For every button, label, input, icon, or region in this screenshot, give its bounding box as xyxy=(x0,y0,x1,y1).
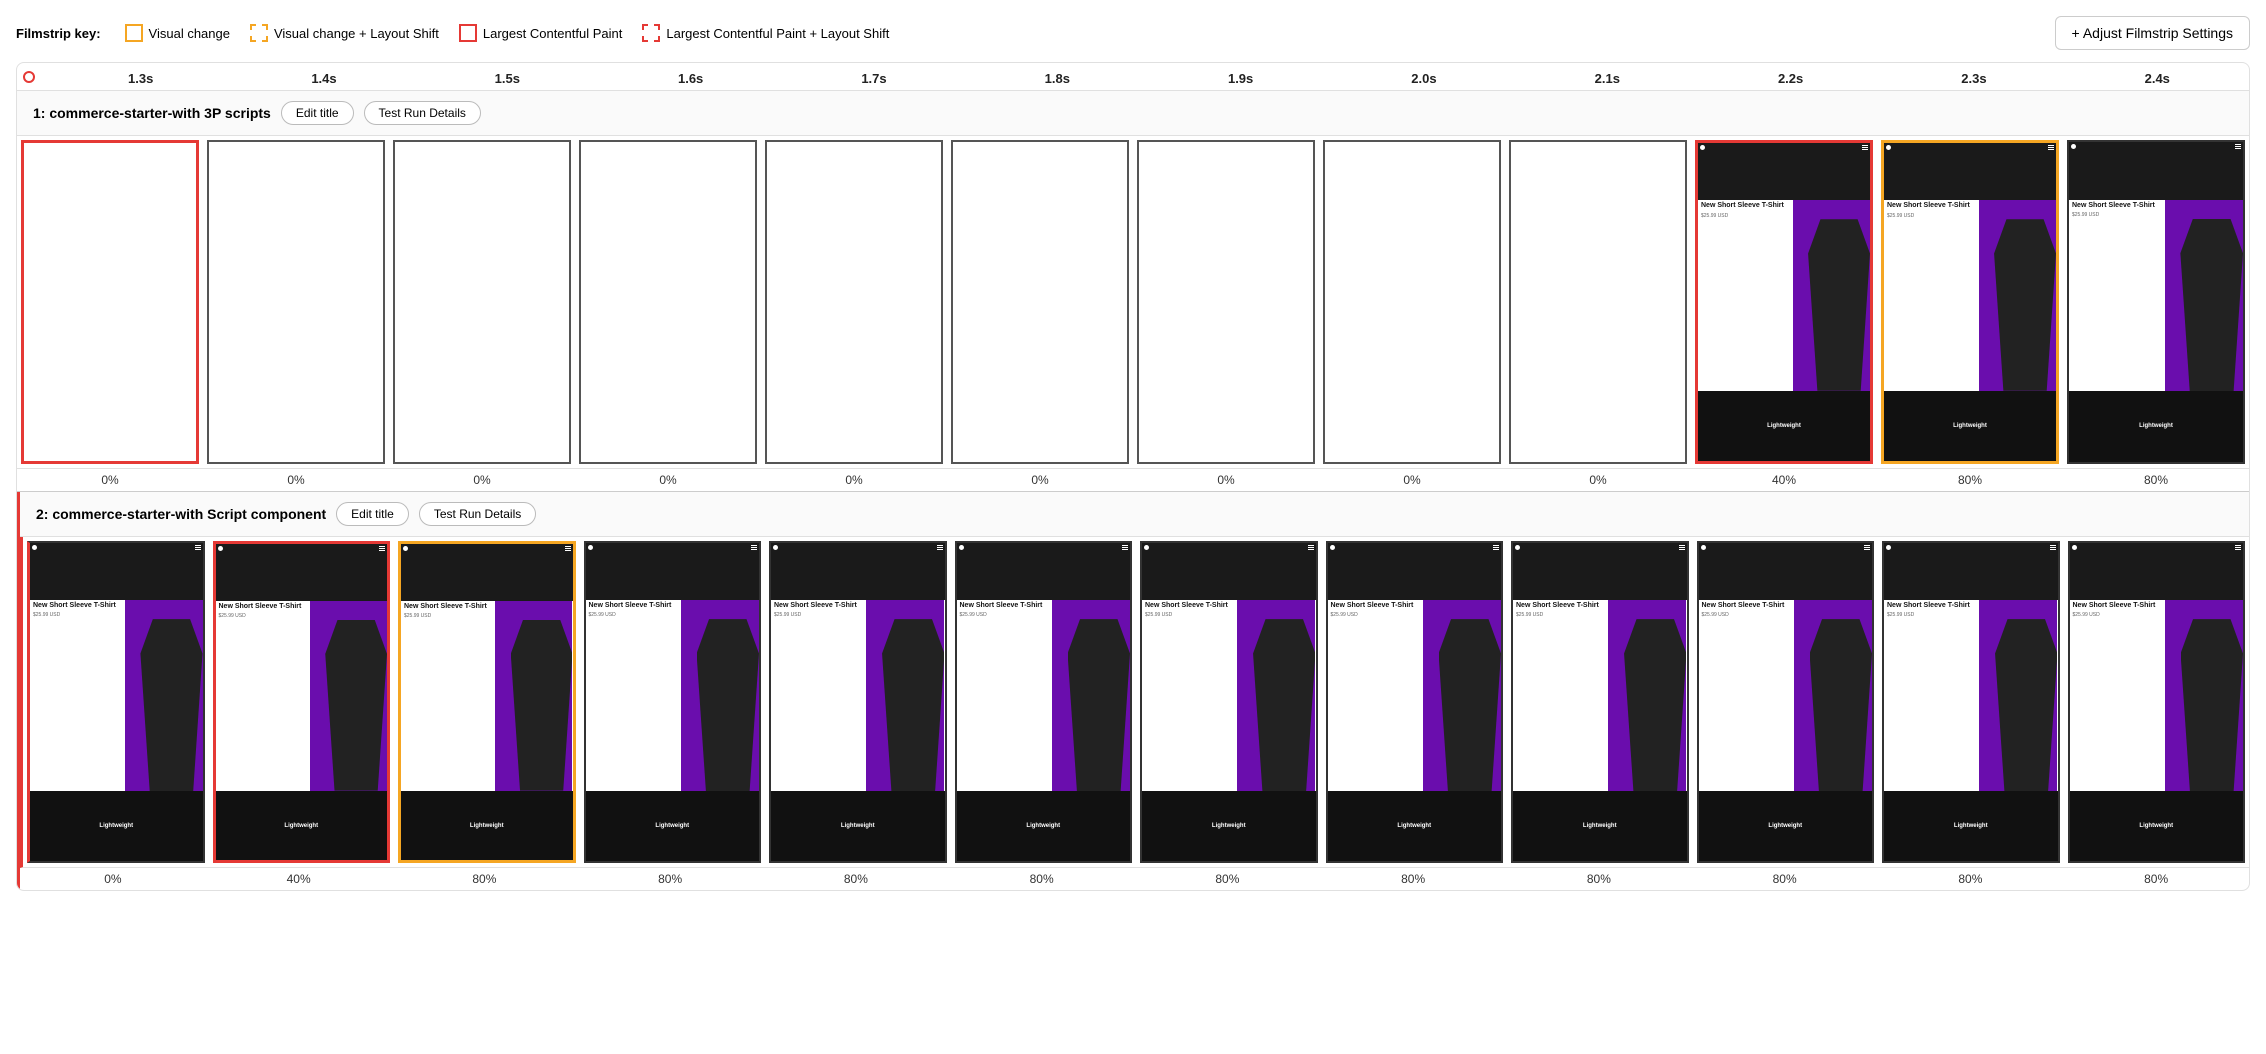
frame-cell xyxy=(1505,136,1691,468)
timeline-tick: 1.7s xyxy=(782,71,965,86)
frame-cell: New Short Sleeve T-Shirt$25.99 USDLightw… xyxy=(765,537,951,868)
percent-cell: 0% xyxy=(1133,469,1319,491)
key-item-visual-change: Visual change xyxy=(125,24,230,42)
percent-cell: 40% xyxy=(1691,469,1877,491)
test-section-2: 2: commerce-starter-with Script componen… xyxy=(17,492,2249,891)
key-text-visual-change: Visual change xyxy=(149,26,230,41)
percent-cell: 80% xyxy=(392,868,578,890)
timeline-tick: 1.5s xyxy=(416,71,599,86)
frame-cell xyxy=(203,136,389,468)
adjust-filmstrip-button[interactable]: + Adjust Filmstrip Settings xyxy=(2055,16,2250,50)
frame-cell: New Short Sleeve T-Shirt$25.99 USDLightw… xyxy=(1136,537,1322,868)
test2-percents-row: 0%40%80%80%80%80%80%80%80%80%80%80% xyxy=(20,868,2249,890)
timeline-tick: 1.3s xyxy=(49,71,232,86)
timeline-tick: 1.9s xyxy=(1149,71,1332,86)
percent-cell: 0% xyxy=(761,469,947,491)
percent-cell: 80% xyxy=(1320,868,1506,890)
frame-cell: New Short Sleeve T-Shirt$25.99 USDLightw… xyxy=(1691,136,1877,468)
frame-cell: New Short Sleeve T-Shirt$25.99 USDLightw… xyxy=(209,537,395,868)
timeline-tick: 1.4s xyxy=(232,71,415,86)
test1-edit-title-button[interactable]: Edit title xyxy=(281,101,354,125)
frame-cell xyxy=(1319,136,1505,468)
key-label: Filmstrip key: xyxy=(16,26,101,41)
timeline-ticks: 1.3s1.4s1.5s1.6s1.7s1.8s1.9s2.0s2.1s2.2s… xyxy=(49,71,2249,86)
filmstrip-key: Filmstrip key: Visual change Visual chan… xyxy=(16,24,889,42)
percent-cell: 0% xyxy=(1505,469,1691,491)
timeline-tick: 2.1s xyxy=(1516,71,1699,86)
percent-cell: 80% xyxy=(1877,469,2063,491)
frame-cell: New Short Sleeve T-Shirt$25.99 USDLightw… xyxy=(951,537,1137,868)
percent-cell: 80% xyxy=(2063,868,2249,890)
test2-edit-title-button[interactable]: Edit title xyxy=(336,502,409,526)
percent-cell: 0% xyxy=(389,469,575,491)
frame-cell xyxy=(17,136,203,468)
test2-frames-row: New Short Sleeve T-Shirt$25.99 USDLightw… xyxy=(20,537,2249,869)
frame-cell xyxy=(1133,136,1319,468)
frame-cell: New Short Sleeve T-Shirt$25.99 USDLightw… xyxy=(1878,537,2064,868)
percent-cell: 80% xyxy=(1135,868,1321,890)
frame-cell: New Short Sleeve T-Shirt$25.99 USDLightw… xyxy=(23,537,209,868)
timeline-tick: 2.0s xyxy=(1332,71,1515,86)
frame-cell xyxy=(575,136,761,468)
key-box-yellow-solid xyxy=(125,24,143,42)
key-box-red-dashed xyxy=(642,24,660,42)
frame-cell: New Short Sleeve T-Shirt$25.99 USDLightw… xyxy=(2063,136,2249,468)
timeline-tick: 2.3s xyxy=(1882,71,2065,86)
timeline-dot xyxy=(23,71,35,83)
test2-header: 2: commerce-starter-with Script componen… xyxy=(20,492,2249,537)
percent-cell: 0% xyxy=(575,469,761,491)
percent-cell: 80% xyxy=(763,868,949,890)
key-item-lcp: Largest Contentful Paint xyxy=(459,24,622,42)
timeline-tick: 1.8s xyxy=(966,71,1149,86)
frame-cell xyxy=(389,136,575,468)
test2-test-run-button[interactable]: Test Run Details xyxy=(419,502,536,526)
test2-title: 2: commerce-starter-with Script componen… xyxy=(36,506,326,522)
percent-cell: 80% xyxy=(577,868,763,890)
timeline-tick: 2.4s xyxy=(2066,71,2249,86)
percent-cell: 0% xyxy=(1319,469,1505,491)
key-box-red-solid xyxy=(459,24,477,42)
percent-cell: 0% xyxy=(203,469,389,491)
key-item-visual-change-layout-shift: Visual change + Layout Shift xyxy=(250,24,439,42)
test1-title: 1: commerce-starter-with 3P scripts xyxy=(33,105,271,121)
key-box-yellow-dashed xyxy=(250,24,268,42)
frame-cell: New Short Sleeve T-Shirt$25.99 USDLightw… xyxy=(2064,537,2250,868)
frame-cell: New Short Sleeve T-Shirt$25.99 USDLightw… xyxy=(394,537,580,868)
frame-cell: New Short Sleeve T-Shirt$25.99 USDLightw… xyxy=(1507,537,1693,868)
frame-cell xyxy=(761,136,947,468)
percent-cell: 80% xyxy=(1878,868,2064,890)
percent-cell: 80% xyxy=(2063,469,2249,491)
frame-cell: New Short Sleeve T-Shirt$25.99 USDLightw… xyxy=(580,537,766,868)
percent-cell: 0% xyxy=(20,868,206,890)
percent-cell: 0% xyxy=(17,469,203,491)
percent-cell: 0% xyxy=(947,469,1133,491)
filmstrip-header: Filmstrip key: Visual change Visual chan… xyxy=(16,16,2250,50)
percent-cell: 80% xyxy=(1506,868,1692,890)
timeline-tick: 2.2s xyxy=(1699,71,1882,86)
test1-test-run-button[interactable]: Test Run Details xyxy=(364,101,481,125)
percent-cell: 80% xyxy=(949,868,1135,890)
percent-cell: 40% xyxy=(206,868,392,890)
key-text-lcp: Largest Contentful Paint xyxy=(483,26,622,41)
percent-cell: 80% xyxy=(1692,868,1878,890)
test-section-1: 1: commerce-starter-with 3P scripts Edit… xyxy=(17,91,2249,491)
filmstrip-container: 1.3s1.4s1.5s1.6s1.7s1.8s1.9s2.0s2.1s2.2s… xyxy=(16,62,2250,891)
key-text-visual-change-layout-shift: Visual change + Layout Shift xyxy=(274,26,439,41)
test1-percents-row: 0%0%0%0%0%0%0%0%0%40%80%80% xyxy=(17,469,2249,491)
frame-cell: New Short Sleeve T-Shirt$25.99 USDLightw… xyxy=(1322,537,1508,868)
test1-header: 1: commerce-starter-with 3P scripts Edit… xyxy=(17,91,2249,136)
frame-cell: New Short Sleeve T-Shirt$25.99 USDLightw… xyxy=(1693,537,1879,868)
key-text-lcp-layout-shift: Largest Contentful Paint + Layout Shift xyxy=(666,26,889,41)
frame-cell xyxy=(947,136,1133,468)
frame-cell: New Short Sleeve T-Shirt$25.99 USDLightw… xyxy=(1877,136,2063,468)
test1-frames-row: New Short Sleeve T-Shirt$25.99 USDLightw… xyxy=(17,136,2249,469)
timeline-row: 1.3s1.4s1.5s1.6s1.7s1.8s1.9s2.0s2.1s2.2s… xyxy=(17,63,2249,91)
timeline-tick: 1.6s xyxy=(599,71,782,86)
key-item-lcp-layout-shift: Largest Contentful Paint + Layout Shift xyxy=(642,24,889,42)
